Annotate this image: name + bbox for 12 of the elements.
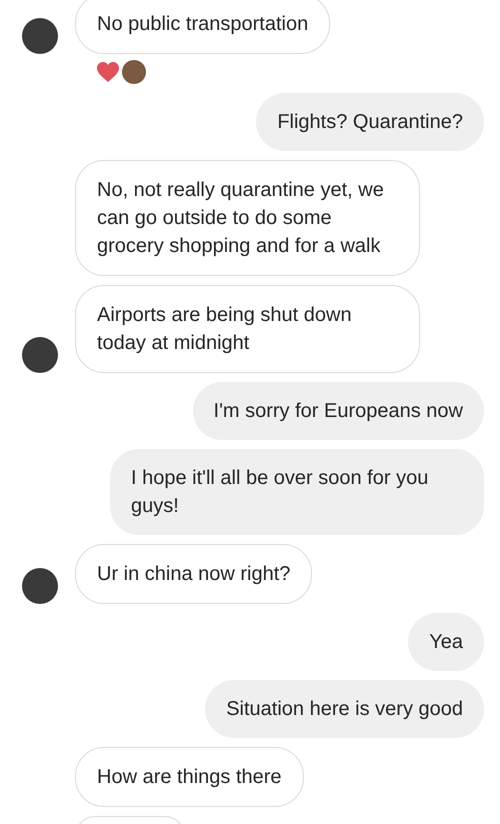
message-bubble: Flights? Quarantine?: [256, 93, 484, 151]
message-bubble: Yea: [408, 613, 484, 671]
message-bubble: How are things there: [75, 747, 304, 807]
message-bubble: No, not really quarantine yet, we can go outside to do some grocery shopping and for a walk: [75, 160, 420, 276]
reactor-avatar: [122, 60, 146, 84]
message-bubble: I'm sorry for Europeans now: [192, 382, 484, 440]
heart-icon: [96, 61, 120, 83]
message-bubble: No public transportation: [75, 0, 330, 54]
message-bubble: Ur in china now right?: [75, 544, 312, 604]
message-bubble: Airports are being shut down today at midnight: [75, 285, 420, 373]
message-bubble: Situation here is very good: [205, 680, 484, 738]
message-bubble: I hope it'll all be over soon for you guys!: [110, 449, 484, 535]
